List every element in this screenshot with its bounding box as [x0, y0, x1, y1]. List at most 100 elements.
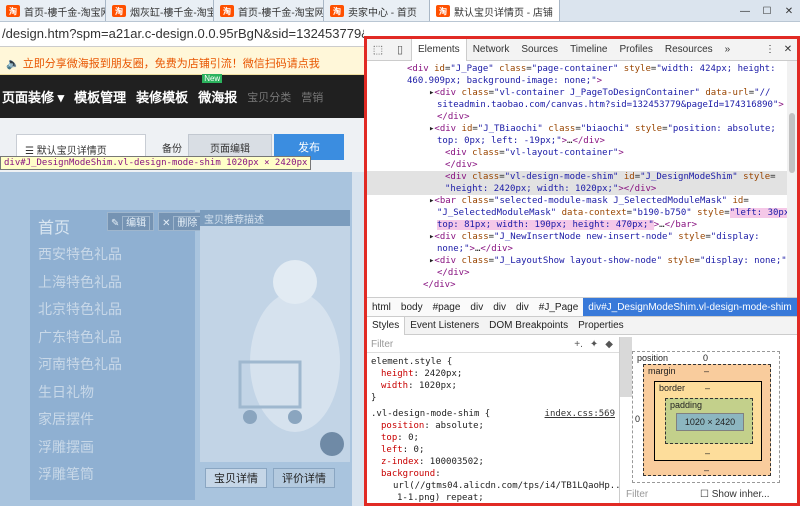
window-controls: — ☐ ✕ [734, 0, 800, 21]
filter-computed[interactable]: Filter [626, 489, 648, 500]
property-name: z-index [381, 457, 419, 467]
style-rule-selector[interactable]: element.style { [367, 356, 619, 368]
notice-text: 立即分享微海报到朋友圈，免费为店铺引流！微信扫码请点我 [22, 58, 320, 70]
module-edit-button[interactable]: ✎ 编辑 [107, 212, 155, 231]
styles-subtabs: Styles Event Listeners DOM Breakpoints P… [367, 316, 797, 335]
tab-timeline[interactable]: Timeline [564, 39, 613, 61]
close-tab-icon[interactable]: ✕ [559, 6, 560, 17]
tab-detail[interactable]: 宝贝详情 [205, 468, 267, 488]
styles-filter[interactable]: Filter +. ✦ ◆ [367, 337, 619, 353]
breadcrumb-item[interactable]: body [396, 302, 428, 313]
design-canvas[interactable]: 首页 西安特色礼品 上海特色礼品 北京特色礼品 广东特色礼品 河南特色礼品 生日… [0, 172, 364, 506]
dom-line[interactable]: ▸<div class="J_LayoutShow layout-show-no… [367, 255, 797, 267]
dom-line[interactable]: ▸<div class="J_NewInsertNode new-insert-… [367, 231, 797, 243]
tab-profiles[interactable]: Profiles [613, 39, 658, 61]
tab-styles[interactable]: Styles [367, 316, 406, 335]
style-property[interactable]: z-index: 100003502; [367, 456, 619, 468]
style-property[interactable]: top: 0; [367, 432, 619, 444]
breadcrumb-item[interactable]: #J_Page [534, 302, 583, 313]
source-link[interactable]: index.css:569 [545, 408, 619, 420]
border-bottom-value: – [705, 448, 711, 458]
style-property[interactable]: left: 0; [367, 444, 619, 456]
nav-item-decoration-template[interactable]: 装修模板 [136, 87, 188, 106]
tab-elements[interactable]: Elements [411, 39, 467, 61]
dom-line[interactable]: <div class="vl-layout-container"> [367, 147, 797, 159]
nav-item-micro-poster[interactable]: New 微海报 [198, 74, 238, 106]
property-value: 100003502; [429, 457, 484, 467]
dom-line[interactable]: ▸<bar class="selected-module-mask J_Sele… [367, 195, 797, 207]
nav-label: 微海报 [198, 90, 238, 105]
breadcrumb-item[interactable]: div [511, 302, 534, 313]
minimize-icon[interactable]: — [734, 0, 756, 21]
breadcrumb-item[interactable]: #page [428, 302, 466, 313]
device-mode-icon[interactable]: ▯ [389, 43, 411, 56]
nav-item-categories[interactable]: 宝贝分类 [247, 89, 291, 105]
style-property[interactable]: position: absolute; [367, 420, 619, 432]
browser-tab[interactable]: 淘卖家中心 - 首页 [324, 0, 430, 21]
url-link[interactable]: url(//gtms04.alicdn.com/tps/i4/TB1LQaoHp… [393, 481, 619, 491]
dom-line[interactable]: ▸<div id="J_TBiaochi" class="biaochi" st… [367, 123, 797, 135]
property-name: position [381, 421, 425, 431]
product-module-header: 宝贝推荐描述 [200, 210, 350, 226]
tab-reviews[interactable]: 评价详情 [273, 468, 335, 488]
maximize-icon[interactable]: ☐ [756, 0, 778, 21]
element-highlight-tooltip: div#J_DesignModeShim.vl-design-mode-shim… [0, 156, 312, 170]
share-notice[interactable]: 🔈 立即分享微海报到朋友圈，免费为店铺引流！微信扫码请点我 [0, 47, 364, 75]
style-property[interactable]: width: 1020px; [367, 380, 619, 392]
add-rule-icon[interactable]: +. [574, 339, 583, 351]
tab-properties[interactable]: Properties [573, 317, 629, 335]
close-window-icon[interactable]: ✕ [778, 0, 800, 21]
tab-more[interactable]: » [719, 39, 737, 61]
list-item: 河南特色礼品 [38, 357, 122, 373]
dom-line[interactable]: ▸<div class="vl-container J_PageToDesign… [367, 87, 797, 99]
box-pane-scrollbar[interactable] [620, 337, 632, 397]
breadcrumb-item[interactable]: html [367, 302, 396, 313]
toggle-state-icon[interactable]: ✦ [590, 339, 598, 351]
browser-tab-active[interactable]: 淘默认宝贝详情页 - 店铺 ✕ [430, 0, 560, 21]
browser-tab[interactable]: 淘首页-樓千金-淘宝网 [214, 0, 324, 21]
new-badge: New [202, 74, 223, 83]
dom-line: "J_SelectedModuleMask" data-context="b19… [437, 208, 795, 218]
dom-scrollbar[interactable] [787, 61, 797, 297]
module-delete-button[interactable]: ✕ 删除 [158, 212, 206, 231]
browser-tab[interactable]: 淘烟灰缸-樓千金-淘宝旨 [106, 0, 214, 21]
tab-event-listeners[interactable]: Event Listeners [405, 317, 484, 335]
breadcrumb-item[interactable]: div [488, 302, 511, 313]
style-property[interactable]: background: [367, 468, 619, 480]
tab-network[interactable]: Network [467, 39, 516, 61]
property-name: background [381, 469, 436, 479]
color-format-icon[interactable]: ◆ [605, 339, 613, 351]
address-bar[interactable]: /design.htm?spm=a21ar.c-design.0.0.95rBg… [0, 22, 364, 47]
breadcrumb-item[interactable]: div [465, 302, 488, 313]
list-item: 西安特色礼品 [38, 247, 122, 263]
filter-input[interactable]: Filter [371, 339, 393, 351]
breadcrumb-current[interactable]: div#J_DesignModeShim.vl-design-mode-shim [583, 298, 797, 316]
kebab-menu-icon[interactable]: ⋮ [761, 44, 779, 55]
style-property[interactable]: height: 2420px; [367, 368, 619, 380]
dom-line-selected: "height: 2420px; width: 1020px;"></div> [367, 183, 797, 195]
property-value: 1020px; [418, 381, 457, 391]
tab-dom-breakpoints[interactable]: DOM Breakpoints [484, 317, 573, 335]
style-value-url[interactable]: url(//gtms04.alicdn.com/tps/i4/TB1LQaoHp… [367, 480, 619, 492]
tab-resources[interactable]: Resources [659, 39, 719, 61]
margin-label: margin [648, 366, 676, 376]
nav-item-page-decoration[interactable]: 页面装修 ▾ [2, 87, 64, 106]
property-value: 2420px; [424, 369, 463, 379]
taobao-favicon-icon: 淘 [6, 5, 20, 17]
browser-tab[interactable]: 淘首页-樓千金-淘宝网 [0, 0, 106, 21]
canvas-scrollbar[interactable] [352, 172, 364, 506]
nav-item-template-manage[interactable]: 模板管理 [74, 87, 126, 106]
dom-line[interactable]: <div id="J_Page" class="page-container" … [367, 63, 797, 75]
category-list: 首页 西安特色礼品 上海特色礼品 北京特色礼品 广东特色礼品 河南特色礼品 生日… [38, 214, 122, 492]
show-inherited-checkbox[interactable]: ☐ Show inher... [700, 489, 770, 500]
style-rule-selector[interactable]: .vl-design-mode-shim { [371, 409, 490, 419]
dom-line-selected[interactable]: <div class="vl-design-mode-shim" id="J_D… [367, 171, 797, 183]
tab-sources[interactable]: Sources [515, 39, 564, 61]
property-value: 0; [413, 445, 425, 455]
property-value: 0; [408, 433, 419, 443]
nav-item-marketing[interactable]: 营销 [301, 89, 323, 105]
close-icon[interactable]: ✕ [779, 44, 797, 55]
dom-tree[interactable]: <div id="J_Page" class="page-container" … [367, 61, 797, 297]
inspect-element-icon[interactable]: ⬚ [367, 43, 389, 56]
devtools-panel: ⬚ ▯ Elements Network Sources Timeline Pr… [364, 36, 800, 506]
